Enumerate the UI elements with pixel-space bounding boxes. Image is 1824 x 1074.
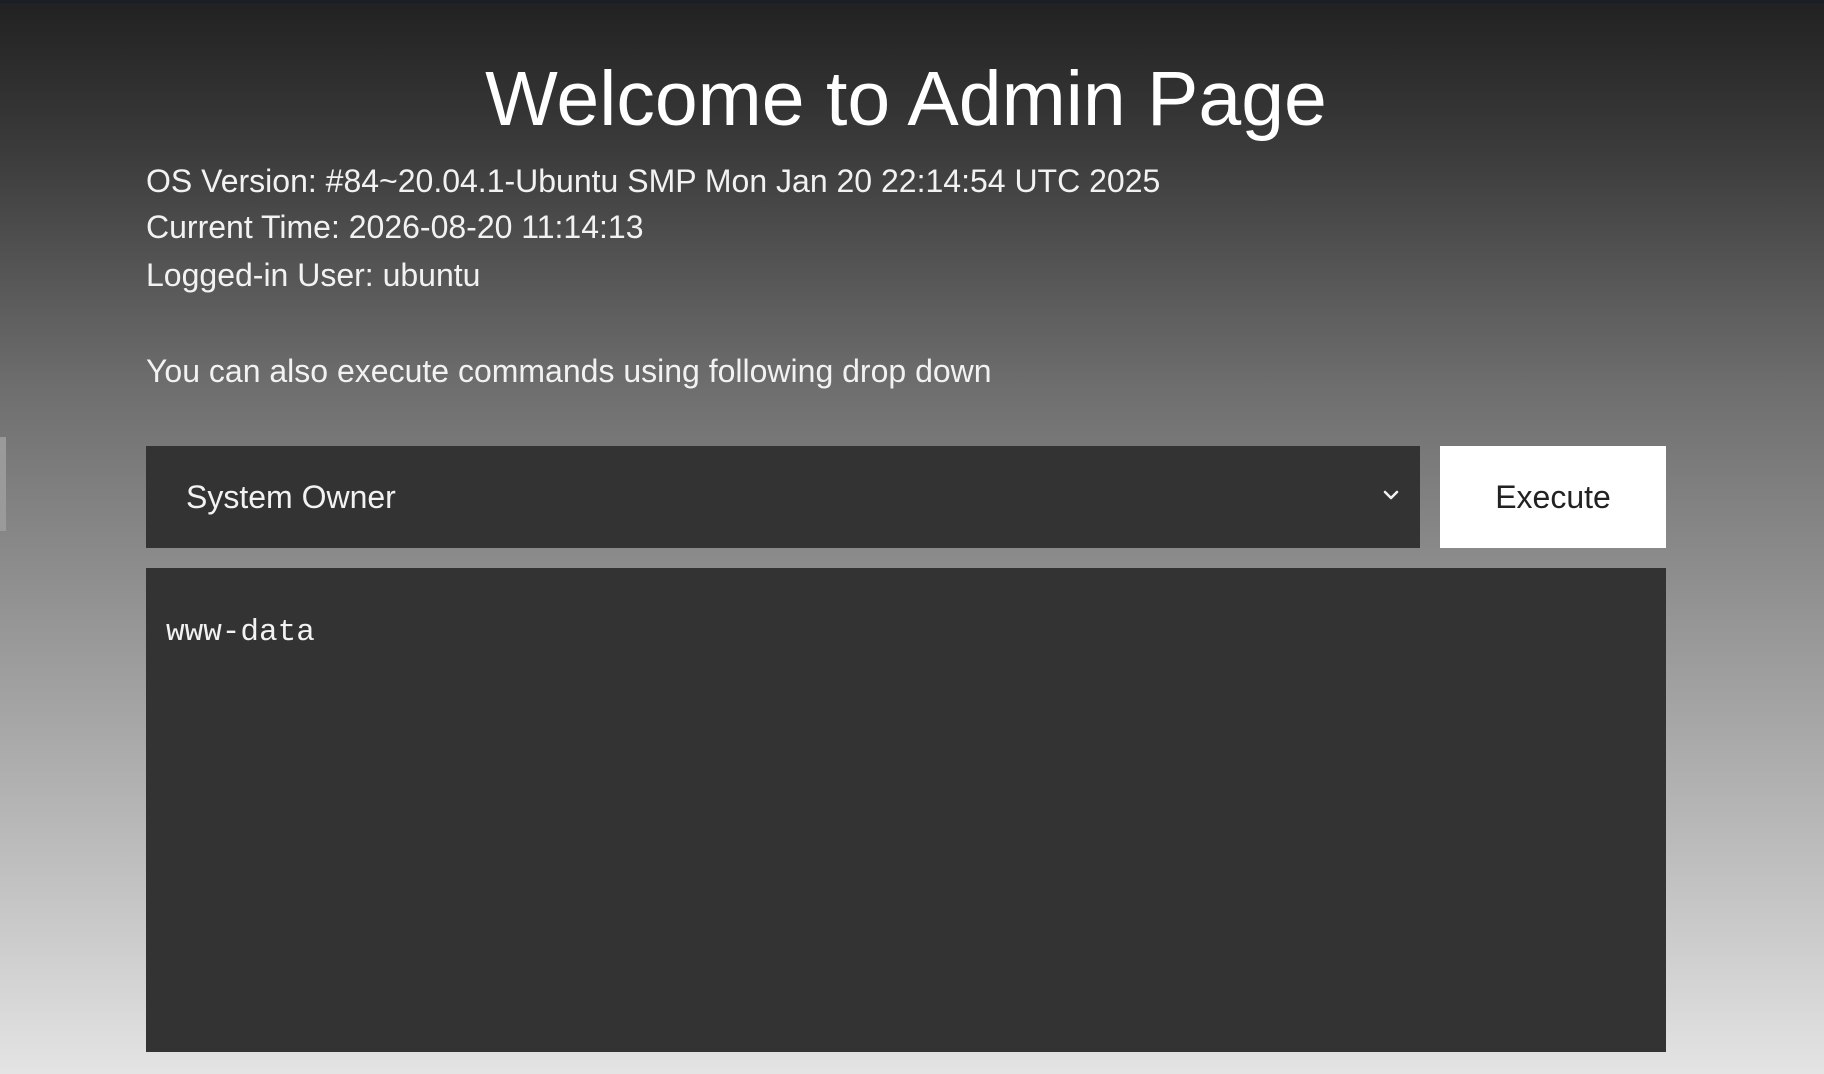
execute-button[interactable]: Execute bbox=[1440, 446, 1666, 548]
command-output-text: www-data bbox=[166, 615, 315, 650]
command-dropdown-value: System Owner bbox=[186, 479, 396, 515]
os-version-text: OS Version: #84~20.04.1-Ubuntu SMP Mon J… bbox=[146, 163, 1161, 199]
command-dropdown[interactable]: System Owner bbox=[146, 446, 1420, 548]
page-title: Welcome to Admin Page bbox=[485, 56, 1327, 142]
chevron-down-icon bbox=[1383, 490, 1399, 500]
top-edge bbox=[0, 0, 1824, 3]
command-output-area[interactable]: www-data bbox=[146, 568, 1666, 1052]
current-time-text: Current Time: 2026-08-20 11:14:13 bbox=[146, 209, 644, 245]
side-panel-handle[interactable] bbox=[0, 437, 6, 531]
logged-in-user-text: Logged-in User: ubuntu bbox=[146, 257, 481, 293]
instructions-text: You can also execute commands using foll… bbox=[146, 353, 992, 389]
